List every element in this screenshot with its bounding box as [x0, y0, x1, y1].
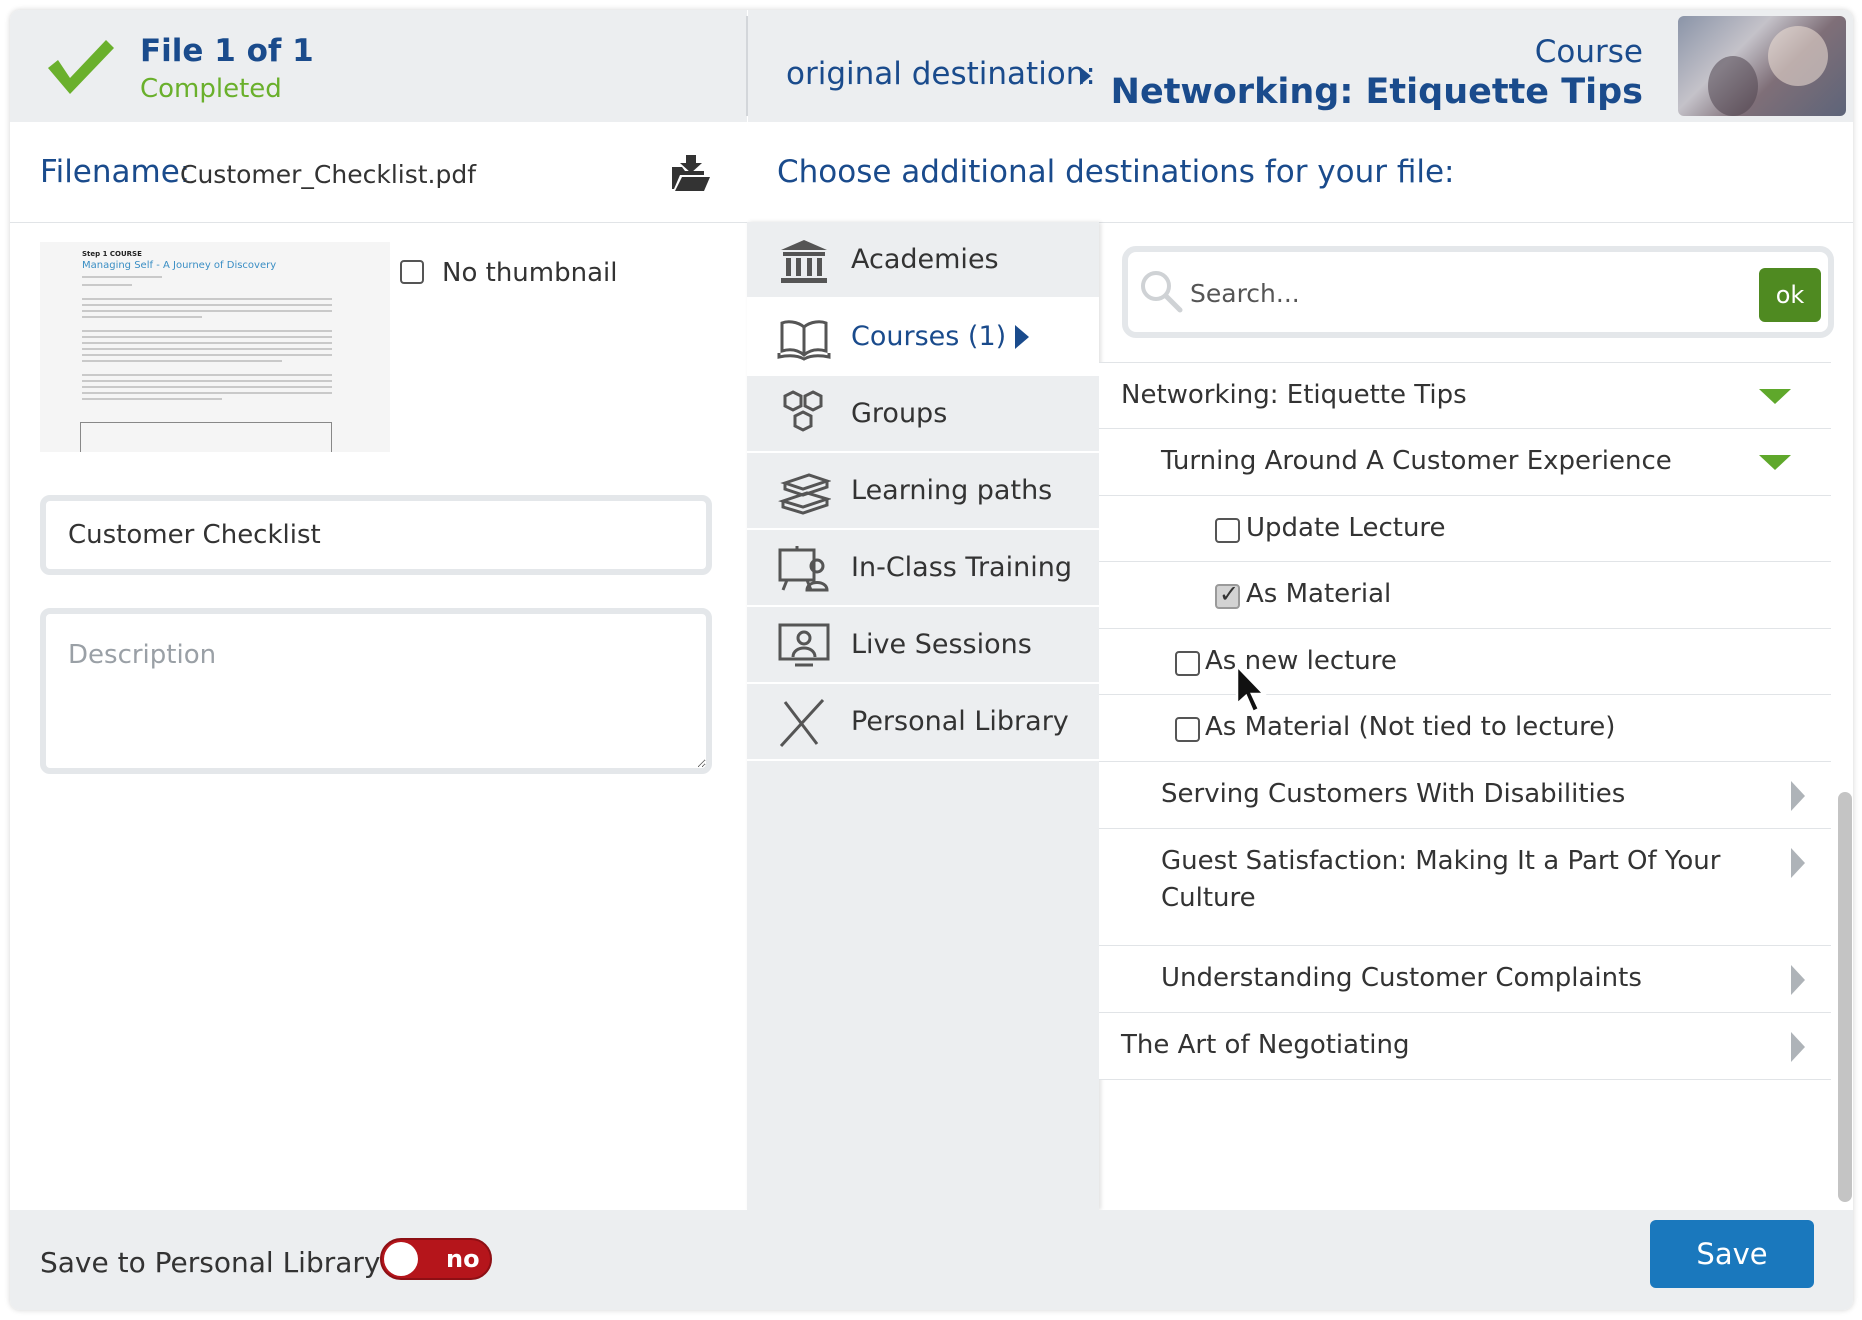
chevron-down-icon[interactable]: [1759, 389, 1791, 404]
search-input[interactable]: [1188, 272, 1752, 314]
tree-label: Turning Around A Customer Experience: [1161, 446, 1672, 476]
original-destination-label[interactable]: original destination:: [786, 56, 1096, 92]
tree-course-art-of-negotiating[interactable]: The Art of Negotiating: [1099, 1012, 1831, 1080]
tree-option-as-material-not-tied[interactable]: As Material (Not tied to lecture): [1099, 694, 1831, 762]
nav-item-personal-library[interactable]: Personal Library: [747, 684, 1099, 761]
tree-scrollbar-thumb[interactable]: [1838, 792, 1852, 1202]
open-book-icon: [777, 320, 831, 361]
filename-value: Customer_Checklist.pdf: [180, 160, 477, 189]
tree-label: Understanding Customer Complaints: [1161, 963, 1642, 993]
nav-label: Live Sessions: [851, 629, 1032, 660]
tree-lecture-guest-satisfaction[interactable]: Guest Satisfaction: Making It a Part Of …: [1099, 828, 1831, 946]
nav-label: In-Class Training: [851, 552, 1072, 583]
save-personal-library-label: Save to Personal Library: [40, 1246, 381, 1279]
preview-heading: Step 1 COURSE: [82, 250, 142, 258]
chevron-right-icon[interactable]: [1791, 1032, 1805, 1062]
tree-lecture-serving-customers[interactable]: Serving Customers With Disabilities: [1099, 761, 1831, 829]
academy-icon: [781, 240, 827, 283]
title-input[interactable]: [40, 495, 712, 575]
nav-label: Learning paths: [851, 475, 1053, 506]
personal-library-icon: [779, 698, 825, 748]
no-thumbnail-label[interactable]: No thumbnail: [442, 258, 617, 288]
chevron-right-icon[interactable]: [1791, 965, 1805, 995]
nav-item-groups[interactable]: Groups: [747, 376, 1099, 453]
tree-label: Networking: Etiquette Tips: [1121, 380, 1467, 410]
destinations-heading: Choose additional destinations for your …: [777, 154, 1455, 190]
caret-right-icon: [1015, 325, 1029, 349]
document-preview: Step 1 COURSE Managing Self - A Journey …: [40, 242, 390, 452]
search-ok-button[interactable]: ok: [1759, 268, 1821, 322]
filename-label: Filename:: [40, 154, 191, 190]
save-personal-library-toggle[interactable]: no: [380, 1238, 492, 1280]
classroom-icon: [778, 546, 829, 592]
preview-title: Managing Self - A Journey of Discovery: [82, 260, 277, 271]
nav-item-courses[interactable]: Courses (1): [747, 299, 1099, 376]
toggle-knob: [384, 1242, 418, 1276]
file-count: File 1 of 1: [140, 33, 314, 69]
stacked-books-icon: [778, 473, 831, 515]
upload-dialog: File 1 of 1 Completed original destinati…: [10, 10, 1853, 1310]
as-new-lecture-checkbox[interactable]: [1175, 651, 1200, 676]
checkmark-icon: [48, 40, 114, 94]
nav-item-academies[interactable]: Academies: [747, 222, 1099, 299]
upload-status-panel: [10, 10, 747, 122]
as-material-not-tied-checkbox[interactable]: [1175, 717, 1200, 742]
tree-lecture-turning-around[interactable]: Turning Around A Customer Experience: [1099, 428, 1831, 496]
chevron-right-icon[interactable]: [1791, 848, 1805, 878]
tree-label: Serving Customers With Disabilities: [1161, 779, 1626, 809]
tree-lecture-understanding-complaints[interactable]: Understanding Customer Complaints: [1099, 945, 1831, 1013]
no-thumbnail-checkbox[interactable]: [400, 260, 424, 284]
tree-option-as-new-lecture[interactable]: As new lecture: [1099, 628, 1831, 695]
destination-course-title: Networking: Etiquette Tips: [1110, 72, 1643, 112]
tree-course-networking-etiquette-tips[interactable]: Networking: Etiquette Tips: [1099, 362, 1831, 429]
nav-label: Academies: [851, 244, 999, 275]
toggle-state-label: no: [446, 1245, 480, 1273]
description-input[interactable]: [40, 608, 712, 774]
tree-label: Update Lecture: [1246, 513, 1446, 543]
tree-option-as-material[interactable]: As Material: [1099, 561, 1831, 629]
update-lecture-checkbox[interactable]: [1215, 518, 1240, 543]
upload-status: Completed: [140, 74, 282, 104]
nav-label: Groups: [851, 398, 948, 429]
groups-icon: [783, 390, 823, 432]
nav-label: Personal Library: [851, 706, 1069, 737]
nav-item-learning-paths[interactable]: Learning paths: [747, 453, 1099, 530]
destination-type-nav: Academies Courses (1) Groups Learning pa…: [747, 222, 1099, 1210]
nav-item-in-class-training[interactable]: In-Class Training: [747, 530, 1099, 607]
tree-label: As Material: [1246, 579, 1392, 609]
tree-option-update-lecture[interactable]: Update Lecture: [1099, 495, 1831, 562]
nav-item-live-sessions[interactable]: Live Sessions: [747, 607, 1099, 684]
nav-label: Courses (1): [851, 321, 1007, 352]
destination-type: Course: [1534, 34, 1643, 70]
save-button[interactable]: Save: [1650, 1220, 1814, 1288]
live-session-icon: [778, 623, 830, 667]
chevron-down-icon[interactable]: [1759, 455, 1791, 470]
course-thumbnail: [1678, 16, 1846, 116]
mouse-cursor-icon: [1235, 664, 1267, 714]
open-folder-download-icon[interactable]: [670, 153, 712, 193]
as-material-checkbox[interactable]: [1215, 580, 1240, 609]
destination-tree: Networking: Etiquette Tips Turning Aroun…: [1099, 362, 1831, 1210]
search-icon: [1141, 271, 1183, 313]
tree-label: The Art of Negotiating: [1121, 1030, 1410, 1060]
tree-label: Guest Satisfaction: Making It a Part Of …: [1161, 846, 1721, 913]
chevron-right-icon[interactable]: [1791, 781, 1805, 811]
caret-right-icon[interactable]: [1080, 67, 1091, 85]
